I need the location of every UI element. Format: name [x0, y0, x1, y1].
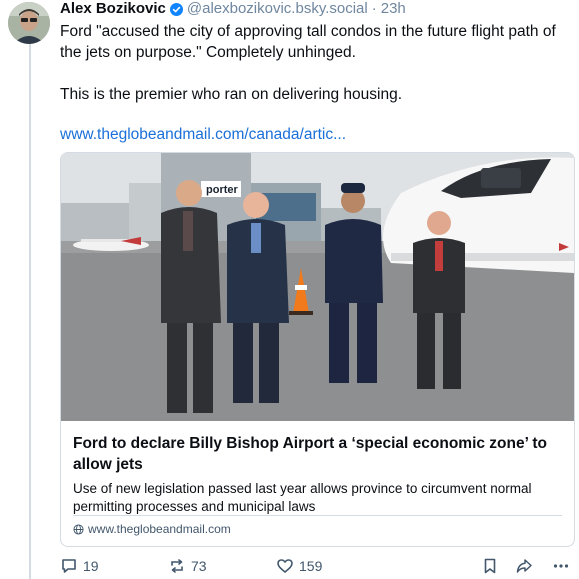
card-description: Use of new legislation passed last year … — [73, 481, 532, 514]
repost-count: 73 — [191, 558, 207, 574]
ellipsis-icon — [552, 557, 570, 575]
post-link[interactable]: www.theglobeandmail.com/canada/artic... — [60, 124, 572, 145]
repost-button[interactable]: 73 — [168, 557, 207, 575]
building-sign: porter — [206, 184, 239, 196]
card-source-domain: www.theglobeandmail.com — [88, 522, 231, 536]
bookmark-button[interactable] — [481, 557, 499, 575]
verified-badge-icon — [169, 2, 183, 16]
post-actions: 19 73 159 — [60, 556, 572, 576]
author-name[interactable]: Alex Bozikovic — [60, 0, 166, 18]
more-options-button[interactable] — [552, 557, 570, 575]
like-count: 159 — [299, 558, 323, 574]
repost-icon — [168, 557, 186, 575]
like-button[interactable]: 159 — [276, 557, 322, 575]
author-handle[interactable]: @alexbozikovic.bsky.social — [187, 0, 368, 18]
card-divider — [73, 515, 562, 516]
card-source: www.theglobeandmail.com — [73, 522, 231, 536]
post-text-paragraph-2: This is the premier who ran on deliverin… — [60, 86, 403, 103]
bookmark-icon — [481, 557, 499, 575]
thread-line — [29, 44, 31, 579]
reply-button[interactable]: 19 — [60, 557, 99, 575]
heart-icon — [276, 557, 294, 575]
separator: · — [371, 0, 377, 17]
reply-count: 19 — [83, 558, 99, 574]
avatar[interactable] — [8, 2, 50, 44]
post: Alex Bozikovic @alexbozikovic.bsky.socia… — [60, 0, 575, 574]
post-text-paragraph-1: Ford "accused the city of approving tall… — [60, 23, 556, 61]
globe-icon — [73, 523, 84, 535]
card-image: porter — [61, 153, 574, 421]
post-header: Alex Bozikovic @alexbozikovic.bsky.socia… — [60, 0, 572, 18]
share-icon — [515, 557, 533, 575]
card-body: Ford to declare Billy Bishop Airport a ‘… — [73, 433, 563, 516]
card-title: Ford to declare Billy Bishop Airport a ‘… — [73, 435, 547, 473]
share-button[interactable] — [515, 557, 533, 575]
link-card[interactable]: porter Ford to declare Billy Bishop Airp… — [60, 152, 575, 547]
reply-icon — [60, 557, 78, 575]
post-time[interactable]: 23h — [381, 0, 406, 18]
post-text: Ford "accused the city of approving tall… — [60, 21, 572, 105]
